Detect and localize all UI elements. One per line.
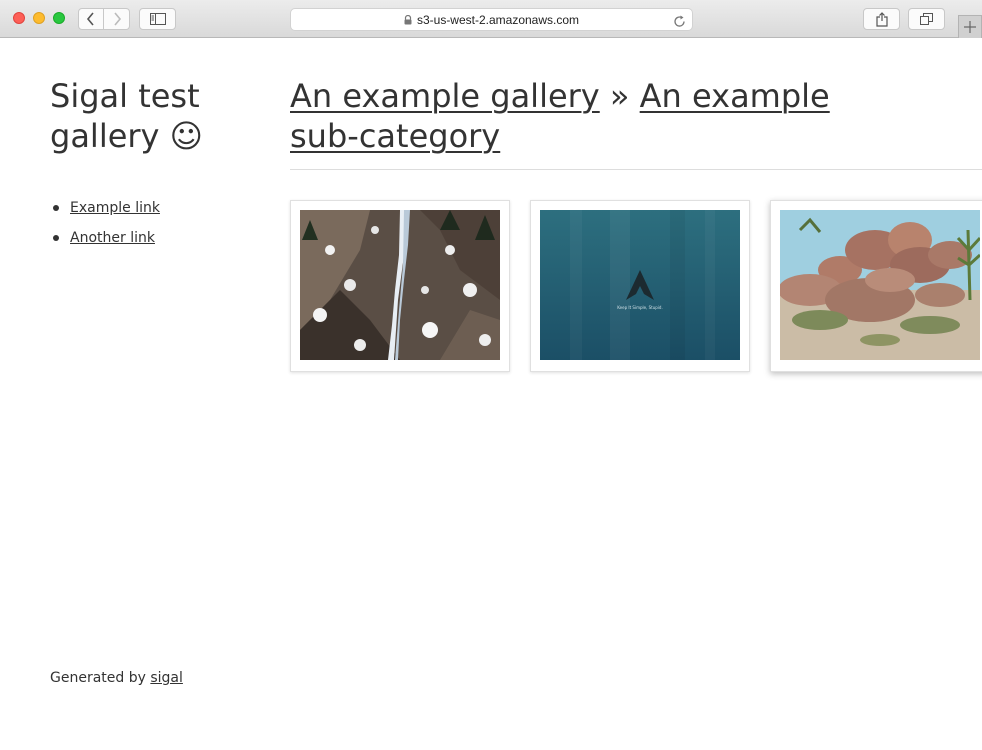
back-icon [86,12,94,26]
breadcrumb: An example gallery » An example sub-cate… [290,76,890,156]
new-tab-icon [964,21,976,33]
sidebar-links: Example link Another link [50,196,160,256]
new-tab-button[interactable] [958,15,982,38]
bullet [53,235,59,241]
sidebar-link-item: Example link [50,196,160,226]
zoom-window-button[interactable] [53,12,65,24]
breadcrumb-separator: » [599,77,640,115]
browser-toolbar: s3-us-west-2.amazonaws.com [0,0,982,38]
sidebar-link-item: Another link [50,226,160,256]
forward-button[interactable] [104,8,130,30]
thumbnail-image [780,210,980,360]
footer: Generated by sigal [50,668,183,688]
header-divider [290,169,982,170]
thumbnail-image [300,210,500,360]
another-link[interactable]: Another link [70,230,155,246]
sidebar-toggle-button[interactable] [139,8,176,30]
thumbnail-waterfall[interactable] [290,200,510,372]
forward-icon [113,12,121,26]
sigal-link[interactable]: sigal [150,670,183,686]
breadcrumb-parent-link[interactable]: An example gallery [290,77,600,115]
example-link[interactable]: Example link [70,200,160,216]
share-icon [875,11,888,27]
tabs-icon [920,13,933,25]
share-button[interactable] [863,8,900,30]
sidebar-icon [149,13,166,25]
wallpaper-caption: Keep It Simple, Stupid. [617,305,663,310]
thumbnail-desert-rocks[interactable] [770,200,982,372]
reload-icon[interactable] [673,13,686,32]
address-bar[interactable]: s3-us-west-2.amazonaws.com [290,8,693,31]
close-window-button[interactable] [13,12,25,24]
thumbnail-image: Keep It Simple, Stupid. [540,210,740,360]
back-button[interactable] [78,8,104,30]
footer-prefix: Generated by [50,670,151,686]
site-title: Sigal test gallery ☺ [50,77,204,155]
show-tabs-button[interactable] [908,8,945,30]
minimize-window-button[interactable] [33,12,45,24]
address-url: s3-us-west-2.amazonaws.com [416,12,580,27]
thumbnail-arch-wallpaper[interactable]: Keep It Simple, Stupid. [530,200,750,372]
bullet [53,205,59,211]
lock-icon [404,14,412,25]
